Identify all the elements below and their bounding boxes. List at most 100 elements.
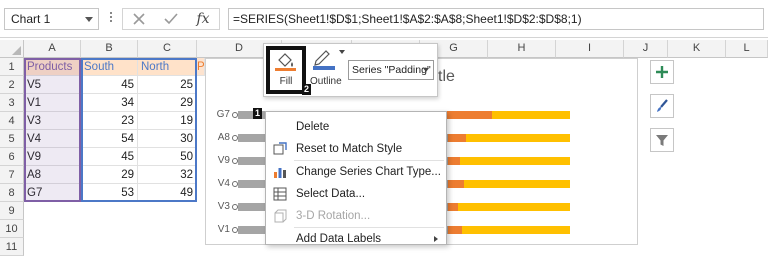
y-tick-label: G7 [216, 109, 230, 120]
column-header-a[interactable]: A [24, 40, 81, 58]
funnel-icon [656, 135, 668, 146]
formula-bar-grip-icon[interactable] [108, 10, 114, 28]
menu-item-label: Select Data... [296, 188, 366, 200]
row-header-2[interactable]: 2 [0, 76, 24, 94]
series-selector-value: Series "Padding" [352, 64, 431, 76]
table-row-4-south[interactable]: 54 [81, 130, 138, 148]
name-box-value: Chart 1 [11, 12, 51, 26]
table-row-4-product[interactable]: V4 [24, 130, 81, 148]
table-row-1-south[interactable]: 45 [81, 76, 138, 94]
formula-text: =SERIES(Sheet1!$D$1;Sheet1!$A$2:$A$8;She… [233, 12, 582, 26]
bar-segment-orange[interactable] [448, 203, 458, 211]
cell-b1[interactable]: South [81, 58, 138, 76]
selection-handle[interactable] [232, 135, 238, 141]
chevron-down-icon[interactable] [423, 68, 429, 72]
row-header-9[interactable]: 9 [0, 202, 24, 220]
table-row-4-north[interactable]: 30 [138, 130, 197, 148]
enter-formula-button[interactable] [155, 9, 187, 29]
bar-segment-orange[interactable] [448, 134, 466, 142]
bar-segment-yellow[interactable] [460, 157, 570, 165]
bar-segment-yellow[interactable] [458, 203, 570, 211]
selection-handle[interactable] [232, 227, 238, 233]
menu-item-delete[interactable]: Delete [266, 116, 446, 138]
formula-buttons: fx [122, 8, 220, 30]
series-selector-dropdown[interactable]: Series "Padding" [348, 60, 434, 80]
table-row-1-product[interactable]: V5 [24, 76, 81, 94]
name-box[interactable]: Chart 1 [4, 8, 99, 30]
menu-item-label: 3-D Rotation... [296, 210, 371, 222]
row-header-4[interactable]: 4 [0, 112, 24, 130]
check-icon [164, 13, 178, 25]
bar-segment-orange[interactable] [448, 180, 464, 188]
paint-bucket-icon [275, 53, 296, 71]
column-header-k[interactable]: K [668, 40, 726, 58]
cell-c1[interactable]: North [138, 58, 197, 76]
table-row-5-north[interactable]: 50 [138, 148, 197, 166]
row-header-5[interactable]: 5 [0, 130, 24, 148]
column-header-h[interactable]: H [488, 40, 556, 58]
table-row-3-south[interactable]: 23 [81, 112, 138, 130]
bar-segment-yellow[interactable] [462, 226, 570, 234]
chart-elements-button[interactable] [650, 60, 674, 84]
row-header-8[interactable]: 8 [0, 184, 24, 202]
table-row-7-north[interactable]: 49 [138, 184, 197, 202]
cancel-formula-button[interactable] [123, 9, 155, 29]
chevron-down-icon[interactable] [339, 50, 345, 54]
table-row-5-product[interactable]: V9 [24, 148, 81, 166]
column-header-b[interactable]: B [81, 40, 138, 58]
chart-filters-button[interactable] [650, 128, 674, 152]
table-row-3-north[interactable]: 19 [138, 112, 197, 130]
table-row-2-product[interactable]: V1 [24, 94, 81, 112]
table-row-6-north[interactable]: 32 [138, 166, 197, 184]
selection-handle[interactable] [232, 112, 238, 118]
table-row-6-south[interactable]: 29 [81, 166, 138, 184]
insert-function-button[interactable]: fx [187, 9, 219, 29]
table-row-7-south[interactable]: 53 [81, 184, 138, 202]
outline-label: Outline [310, 76, 342, 87]
column-header-c[interactable]: C [138, 40, 197, 58]
table-row-3-product[interactable]: V3 [24, 112, 81, 130]
menu-item-change-chart-type[interactable]: Change Series Chart Type... [266, 161, 446, 183]
bar-segment-yellow[interactable] [492, 111, 570, 119]
table-row-6-product[interactable]: A8 [24, 166, 81, 184]
menu-item-label: Change Series Chart Type... [296, 166, 441, 178]
table-row-1-north[interactable]: 25 [138, 76, 197, 94]
table-row-5-south[interactable]: 45 [81, 148, 138, 166]
menu-item-label: Add Data Labels [296, 233, 382, 245]
selection-handle[interactable] [232, 158, 238, 164]
table-row-7-product[interactable]: G7 [24, 184, 81, 202]
row-header-1[interactable]: 1 [0, 58, 24, 76]
plus-icon [656, 66, 668, 78]
select-all-corner[interactable] [0, 40, 24, 58]
bar-segment-yellow[interactable] [466, 134, 570, 142]
row-header-6[interactable]: 6 [0, 148, 24, 166]
bar-segment-yellow[interactable] [464, 180, 570, 188]
y-tick-label: V1 [217, 224, 230, 235]
row-header-7[interactable]: 7 [0, 166, 24, 184]
row-header-10[interactable]: 10 [0, 220, 24, 238]
fill-button[interactable]: Fill [266, 46, 306, 94]
menu-item-label: Reset to Match Style [296, 143, 403, 155]
bar-segment-orange[interactable] [448, 226, 462, 234]
menu-item-select-data[interactable]: Select Data... [266, 183, 446, 205]
row-header-3[interactable]: 3 [0, 94, 24, 112]
column-header-l[interactable]: L [726, 40, 768, 58]
chart-title[interactable]: tle [438, 68, 455, 86]
column-header-j[interactable]: J [624, 40, 668, 58]
outline-button[interactable] [312, 47, 346, 75]
menu-item-add-data-labels[interactable]: Add Data Labels [266, 228, 446, 250]
selection-handle[interactable] [232, 181, 238, 187]
selection-handle[interactable] [232, 204, 238, 210]
bar-segment-orange[interactable] [448, 157, 460, 165]
column-header-i[interactable]: I [556, 40, 624, 58]
formula-input[interactable]: =SERIES(Sheet1!$D$1;Sheet1!$A$2:$A$8;She… [228, 8, 764, 30]
table-row-2-north[interactable]: 29 [138, 94, 197, 112]
fx-label: fx [196, 11, 210, 27]
menu-item-reset-style[interactable]: Reset to Match Style [266, 138, 446, 160]
chevron-down-icon[interactable] [85, 17, 93, 22]
cell-a1[interactable]: Products [24, 58, 81, 76]
chart-styles-button[interactable] [650, 94, 674, 118]
table-row-2-south[interactable]: 34 [81, 94, 138, 112]
cell-d1-partial[interactable]: P [197, 58, 205, 76]
row-header-11[interactable]: 11 [0, 238, 24, 256]
